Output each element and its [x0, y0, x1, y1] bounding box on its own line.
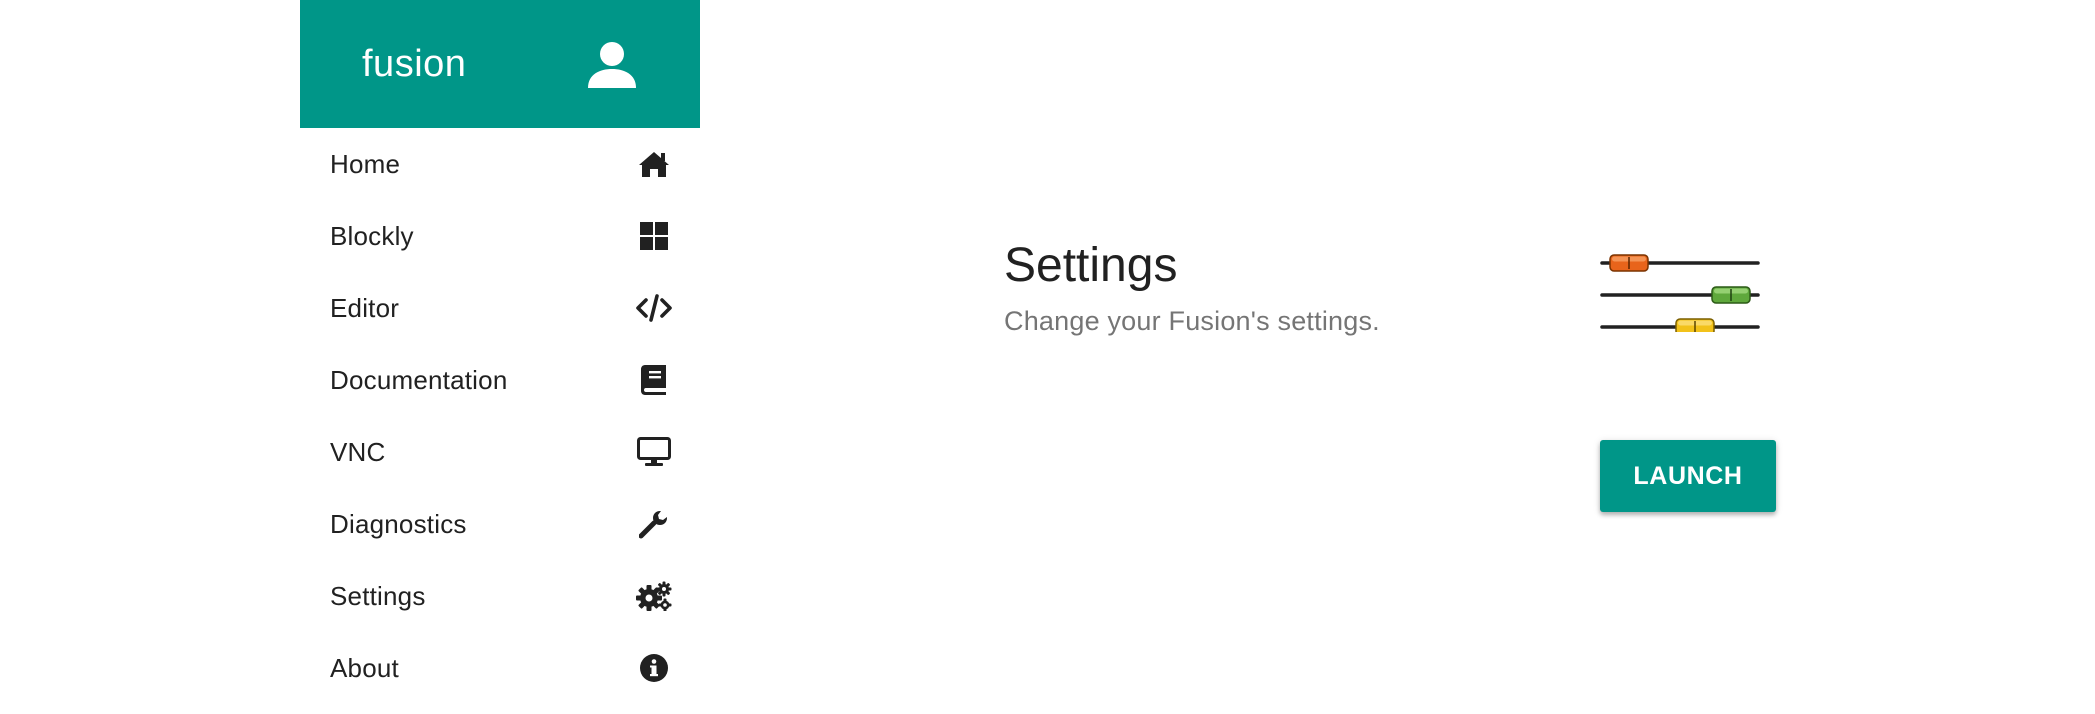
- sliders-icon: [1600, 254, 1760, 332]
- sidebar-item-blockly[interactable]: Blockly: [300, 200, 700, 272]
- sidebar-item-diagnostics[interactable]: Diagnostics: [300, 488, 700, 560]
- sidebar-item-label: About: [330, 652, 399, 683]
- info-icon: [636, 650, 672, 686]
- sidebar-item-home[interactable]: Home: [300, 128, 700, 200]
- code-icon: [636, 290, 672, 326]
- gears-icon: [636, 578, 672, 614]
- sidebar-item-label: Home: [330, 148, 401, 179]
- page-subtitle: Change your Fusion's settings.: [1004, 306, 1380, 336]
- book-icon: [636, 362, 672, 398]
- sidebar-item-about[interactable]: About: [300, 632, 700, 704]
- sidebar-item-label: VNC: [330, 436, 386, 467]
- sidebar: fusion Home Blockly Editor Documentation…: [300, 0, 700, 714]
- sidebar-item-label: Documentation: [330, 364, 508, 395]
- sidebar-item-label: Blockly: [330, 220, 414, 251]
- sidebar-header: fusion: [300, 0, 700, 128]
- home-icon: [636, 146, 672, 182]
- sidebar-item-label: Diagnostics: [330, 508, 467, 539]
- grid-icon: [636, 218, 672, 254]
- launch-button[interactable]: LAUNCH: [1600, 440, 1776, 512]
- brand-title: fusion: [362, 42, 467, 85]
- wrench-icon: [636, 506, 672, 542]
- page-title: Settings: [1004, 239, 1178, 292]
- sidebar-item-label: Editor: [330, 292, 400, 323]
- sidebar-item-documentation[interactable]: Documentation: [300, 344, 700, 416]
- monitor-icon: [636, 434, 672, 470]
- sidebar-nav: Home Blockly Editor Documentation VNC Di…: [300, 128, 700, 704]
- settings-card: Settings Change your Fusion's settings. …: [1004, 224, 1784, 524]
- sidebar-item-vnc[interactable]: VNC: [300, 416, 700, 488]
- user-icon[interactable]: [584, 36, 640, 92]
- sidebar-item-label: Settings: [330, 580, 426, 611]
- sidebar-item-settings[interactable]: Settings: [300, 560, 700, 632]
- sidebar-item-editor[interactable]: Editor: [300, 272, 700, 344]
